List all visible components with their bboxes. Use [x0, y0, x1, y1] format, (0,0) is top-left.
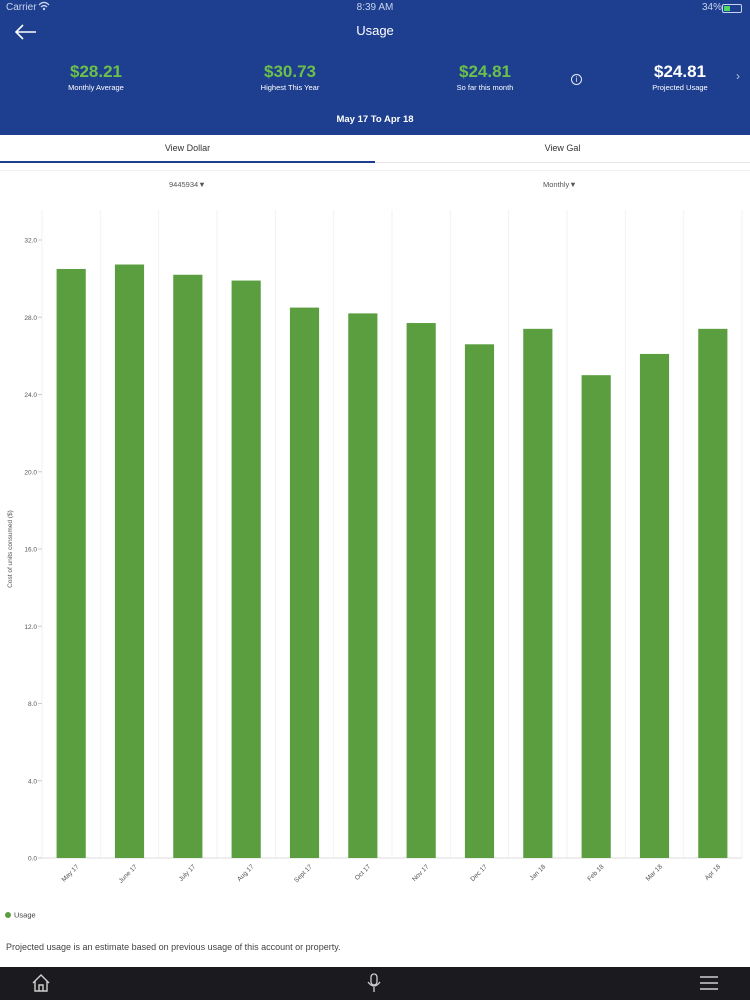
- stat-label: Highest This Year: [260, 83, 320, 92]
- microphone-button[interactable]: [366, 972, 382, 999]
- x-tick-label: Mar 18: [645, 863, 665, 883]
- chevron-right-icon[interactable]: ›: [736, 69, 740, 83]
- usage-bar-chart: 0.0 4.0 8.0 12.0 16.0 20.0 24.0 28.0 32.0 Cost of…: [7, 210, 743, 885]
- tab-view-dollar[interactable]: View Dollar: [0, 135, 375, 163]
- bar-sept-17: [289, 307, 320, 858]
- legend-label: Usage: [14, 910, 36, 920]
- account-dropdown[interactable]: 9445934▼: [169, 180, 206, 189]
- stat-highest-this-year: $30.73 Highest This Year: [240, 62, 340, 92]
- stat-projected-usage: $24.81 Projected Usage: [630, 62, 730, 92]
- x-tick-label: May 17: [61, 863, 81, 883]
- y-tick-label: 32.0: [24, 238, 37, 245]
- bottom-toolbar: [0, 967, 750, 1000]
- bar-june-17: [114, 264, 145, 859]
- x-tick-label: Jan 18: [528, 863, 547, 882]
- period-dropdown[interactable]: Monthly▼: [543, 180, 577, 189]
- bar-dec-17: [464, 344, 495, 859]
- info-icon[interactable]: i: [571, 74, 582, 85]
- y-axis-label: Cost of units consumed ($): [7, 510, 14, 588]
- x-tick-label: Apr 18: [704, 863, 723, 882]
- stat-so-far-this-month: $24.81 So far this month: [430, 62, 540, 92]
- status-bar: Carrier 8:39 AM 34%: [0, 0, 750, 16]
- bar-feb-18: [581, 375, 611, 858]
- bar-mar-18: [639, 353, 670, 858]
- y-tick-label: 24.0: [24, 392, 37, 399]
- battery-percent: 34%: [702, 2, 723, 13]
- y-tick-label: 16.0: [24, 547, 37, 554]
- chart-filters: 9445934▼ Monthly▼: [0, 170, 750, 198]
- home-icon: [32, 974, 50, 992]
- x-tick-label: Dec 17: [469, 863, 489, 883]
- date-range: May 17 To Apr 18: [336, 114, 414, 125]
- bar-nov-17: [406, 323, 436, 858]
- x-tick-label: June 17: [118, 863, 140, 885]
- battery-icon: [722, 4, 742, 13]
- menu-icon: [700, 976, 718, 990]
- stat-label: Monthly Average: [68, 83, 124, 92]
- stat-value: $24.81: [654, 62, 706, 81]
- x-tick-label: Nov 17: [411, 863, 431, 883]
- bar-may-17: [56, 268, 86, 858]
- chart-legend: Usage: [5, 910, 36, 920]
- y-tick-label: 28.0: [24, 315, 37, 322]
- page-title: Usage: [356, 23, 394, 38]
- x-tick-label: Sept 17: [293, 863, 314, 884]
- bar-jan-18: [523, 328, 553, 858]
- stat-monthly-average: $28.21 Monthly Average: [46, 62, 146, 92]
- x-tick-label: July 17: [178, 863, 198, 883]
- y-tick-label: 8.0: [28, 701, 37, 708]
- y-tick-label: 4.0: [28, 778, 37, 785]
- bar-aug-17: [231, 280, 261, 858]
- bar-oct-17: [348, 313, 378, 858]
- x-tick-label: Feb 18: [586, 863, 606, 883]
- projected-usage-note: Projected usage is an estimate based on …: [6, 942, 341, 952]
- usage-header: Usage $28.21 Monthly Average $30.73 High…: [0, 16, 750, 135]
- bar-july-17: [173, 274, 203, 858]
- menu-button[interactable]: [698, 972, 720, 999]
- y-tick-label: 12.0: [24, 624, 37, 631]
- x-tick-label: Oct 17: [354, 863, 373, 882]
- tab-view-gal[interactable]: View Gal: [375, 135, 750, 163]
- bar-apr-18: [698, 328, 728, 858]
- stat-value: $30.73: [264, 62, 316, 81]
- home-button[interactable]: [30, 972, 52, 999]
- stat-label: So far this month: [456, 83, 514, 92]
- y-tick-label: 0.0: [28, 856, 37, 863]
- stat-value: $24.81: [459, 62, 511, 81]
- view-tabs: View Dollar View Gal: [0, 135, 750, 163]
- microphone-icon: [367, 973, 381, 992]
- x-tick-label: Aug 17: [236, 863, 256, 883]
- stat-value: $28.21: [70, 62, 122, 81]
- y-tick-label: 20.0: [24, 469, 37, 476]
- legend-swatch: [5, 912, 11, 919]
- stat-label: Projected Usage: [652, 83, 708, 92]
- clock: 8:39 AM: [356, 2, 394, 13]
